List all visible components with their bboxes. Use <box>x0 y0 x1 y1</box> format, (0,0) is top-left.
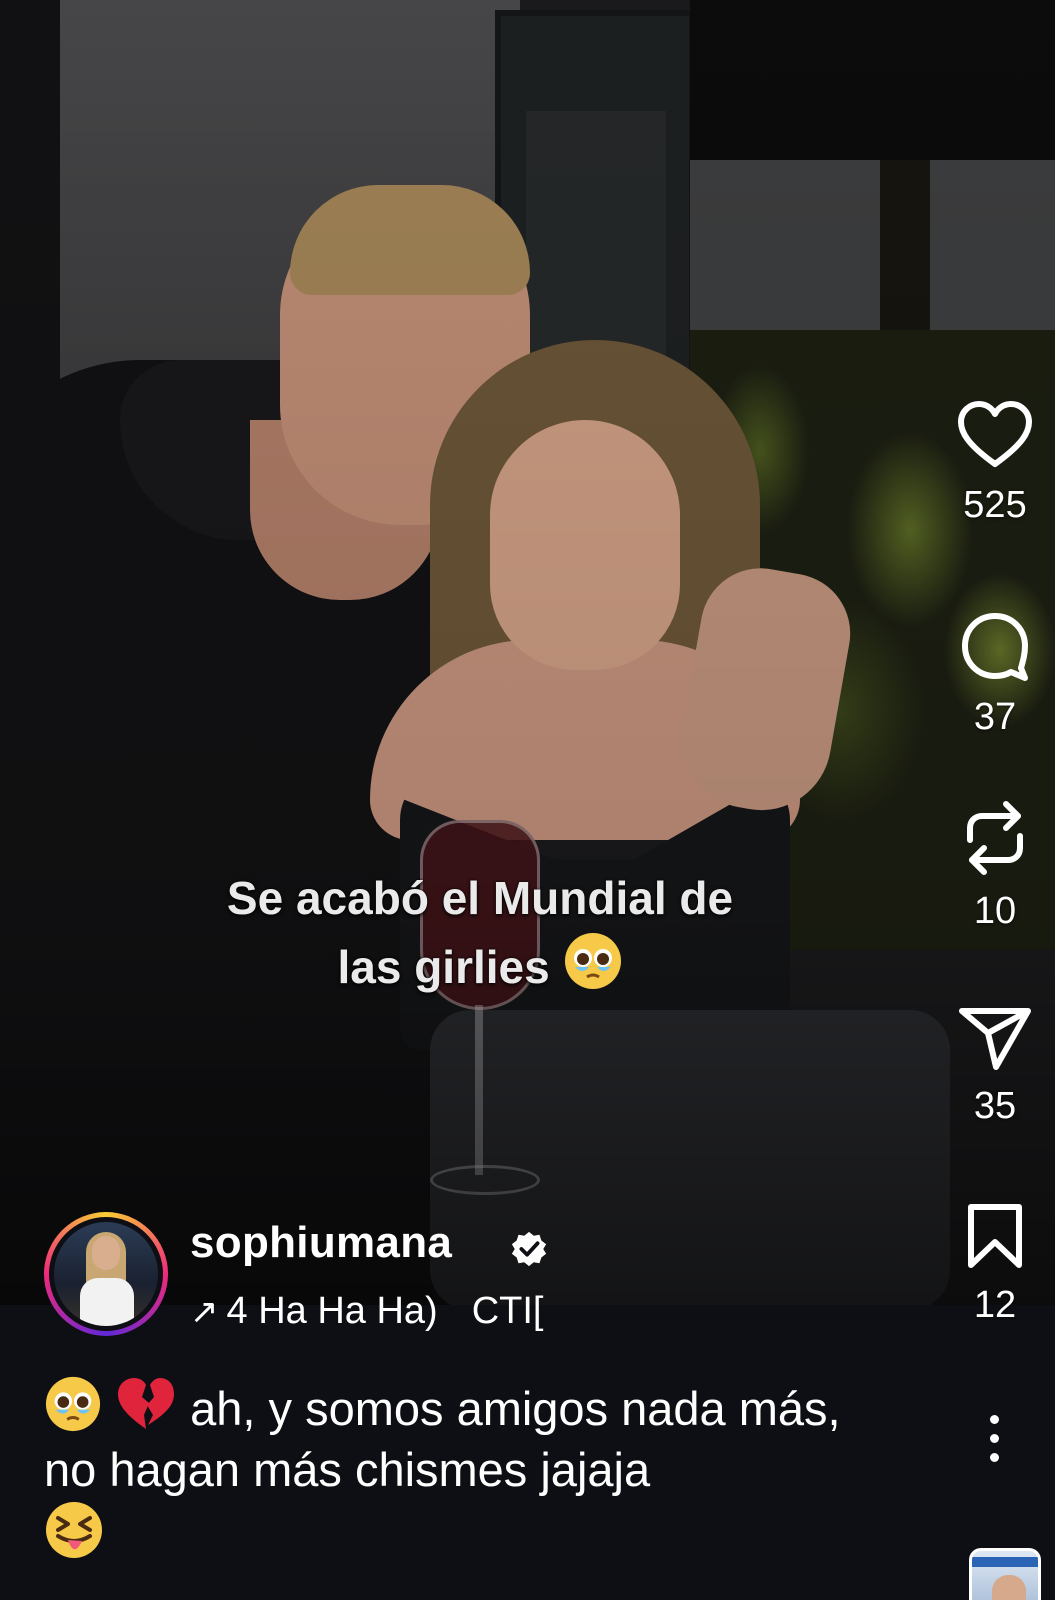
overlay-line-2: las girlies <box>170 931 790 1000</box>
share-count: 35 <box>973 1085 1017 1127</box>
audio-arrow-icon: ↗ <box>190 1293 219 1331</box>
author-avatar[interactable] <box>44 1212 168 1336</box>
overlay-line-2-text: las girlies <box>337 941 550 993</box>
comment-count: 37 <box>973 696 1017 738</box>
bookmark-icon <box>968 1204 1022 1268</box>
pleading-face-icon <box>45 1376 101 1432</box>
save-button[interactable]: 12 <box>935 1202 1055 1327</box>
audio-label: 4 Ha Ha Ha) <box>226 1290 438 1332</box>
scene-shade <box>0 0 1055 1305</box>
send-icon <box>959 1008 1031 1070</box>
pleading-face-icon <box>564 933 621 989</box>
comment-button[interactable]: 37 <box>935 610 1055 739</box>
overlay-line-1: Se acabó el Mundial de <box>226 872 734 924</box>
audio-thumb-band <box>972 1557 1038 1567</box>
post-caption[interactable]: ah, y somos amigos nada más, no hagan má… <box>44 1375 894 1566</box>
avatar-photo <box>54 1222 158 1326</box>
audio-thumb-face <box>992 1575 1026 1600</box>
more-options-button[interactable] <box>987 1415 1001 1475</box>
squinting-tongue-face-icon <box>46 1502 102 1558</box>
repost-count: 10 <box>973 890 1017 932</box>
comment-icon <box>962 613 1028 681</box>
audio-label-trailing: CTI[ <box>471 1290 544 1332</box>
audio-track-link[interactable]: ↗ 4 Ha Ha Ha) CTI[ <box>190 1290 543 1333</box>
like-count: 525 <box>963 484 1027 526</box>
broken-heart-icon <box>118 1378 175 1429</box>
save-count: 12 <box>973 1284 1017 1326</box>
author-username[interactable]: sophiumana <box>190 1218 452 1268</box>
more-vertical-icon <box>989 1415 999 1424</box>
repost-icon <box>967 801 1023 875</box>
share-button[interactable]: 35 <box>935 1005 1055 1128</box>
reel-video[interactable]: Se acabó el Mundial de las girlies <box>0 0 1055 1305</box>
verified-badge-icon <box>511 1231 547 1267</box>
reel-text-overlay: Se acabó el Mundial de las girlies <box>170 865 790 1000</box>
repost-button[interactable]: 10 <box>935 800 1055 933</box>
audio-track-thumbnail[interactable] <box>969 1548 1041 1600</box>
like-button[interactable]: 525 <box>935 400 1055 527</box>
heart-icon <box>958 401 1032 467</box>
